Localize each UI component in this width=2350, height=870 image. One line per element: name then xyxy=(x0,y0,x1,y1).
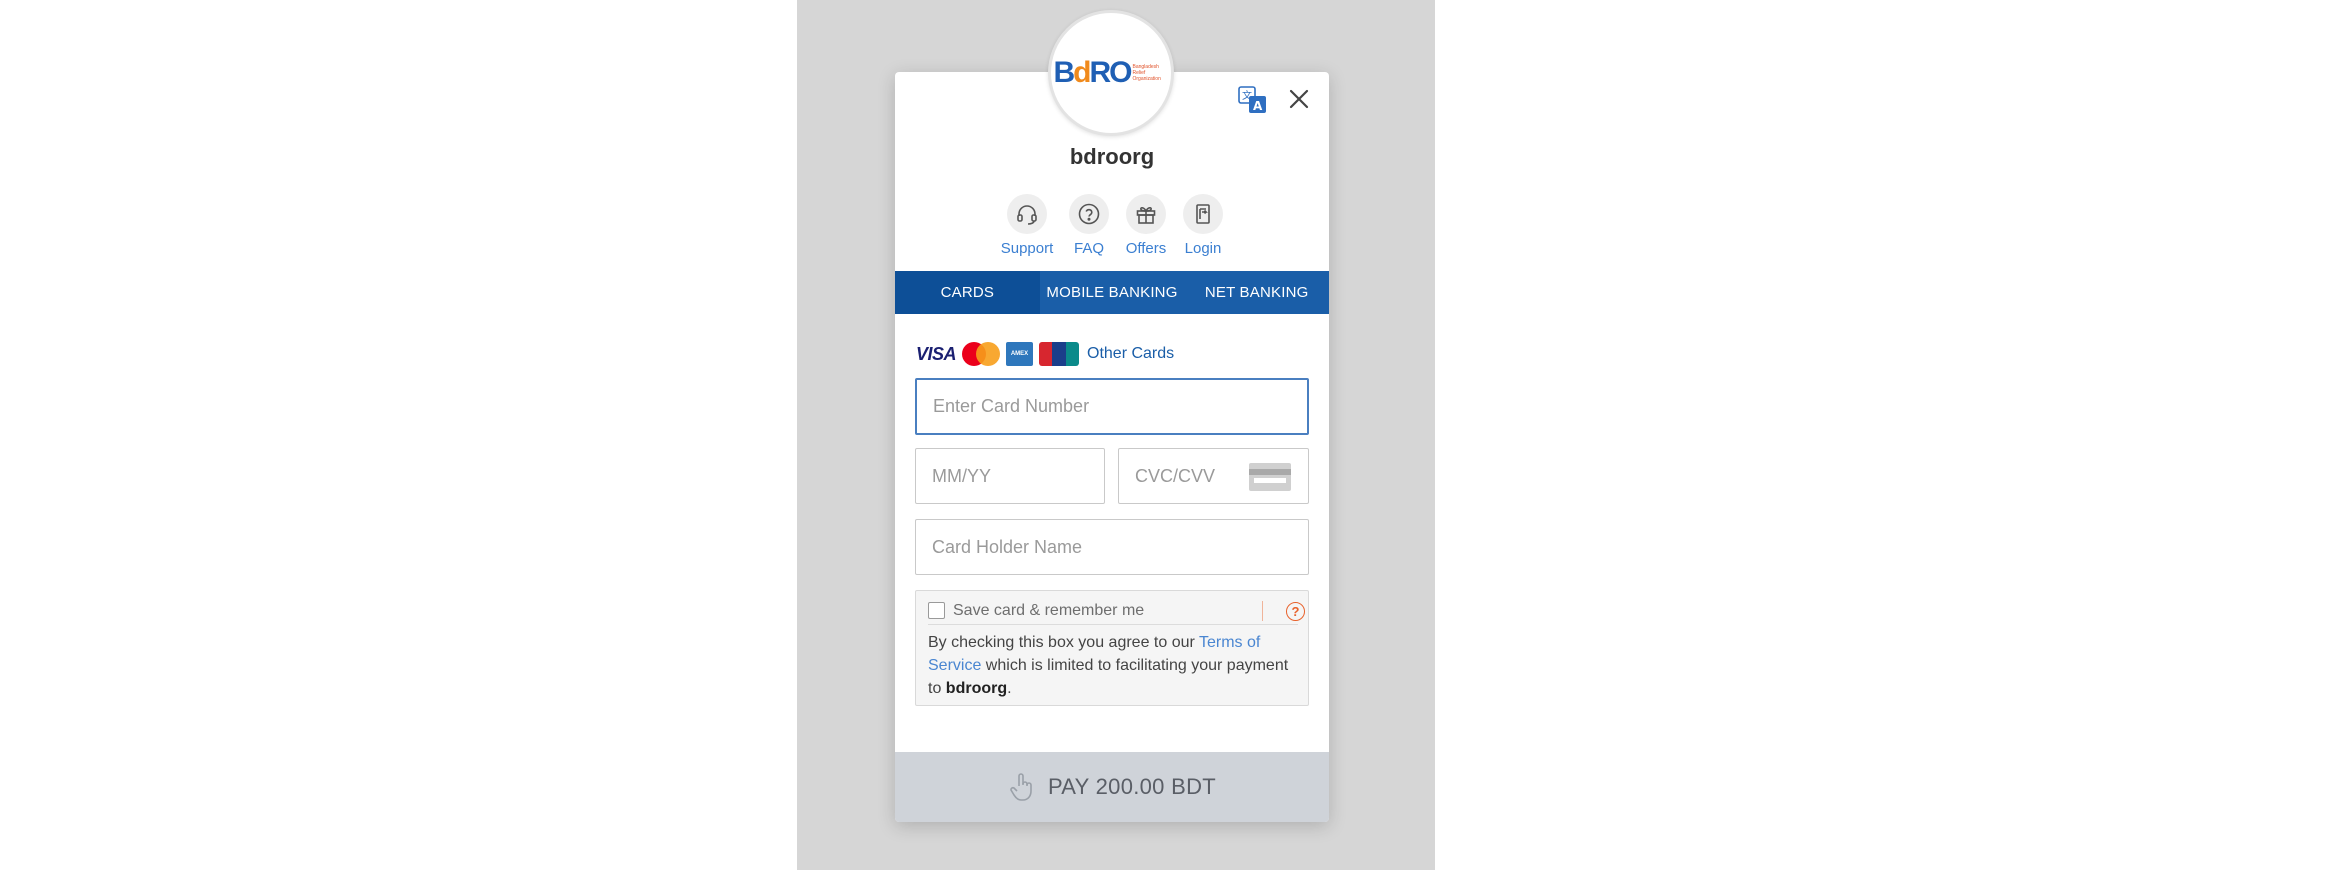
card-number-input[interactable] xyxy=(917,380,1307,433)
terms-text: By checking this box you agree to our Te… xyxy=(928,631,1298,700)
visa-logo: VISA xyxy=(916,343,957,364)
tab-net-banking[interactable]: NET BANKING xyxy=(1184,271,1329,314)
support-label: Support xyxy=(1000,240,1054,257)
other-cards-link[interactable]: Other Cards xyxy=(1087,345,1174,363)
login-label: Login xyxy=(1184,240,1222,257)
quick-links: Support FAQ Offers Login xyxy=(992,194,1231,260)
card-holder-input[interactable] xyxy=(916,520,1308,574)
pay-button[interactable]: PAY 200.00 BDT xyxy=(895,752,1329,822)
cvc-field[interactable] xyxy=(1118,448,1309,504)
svg-text:A: A xyxy=(1253,99,1263,113)
faq-link[interactable]: FAQ xyxy=(1061,194,1117,260)
login-link[interactable]: Login xyxy=(1175,194,1231,260)
gift-icon xyxy=(1126,194,1166,234)
save-card-checkbox[interactable] xyxy=(928,602,945,619)
tab-cards[interactable]: CARDS xyxy=(895,271,1040,314)
merchant-logo: BdRO Bangladesh Relief Organization xyxy=(1048,10,1174,136)
expiry-input[interactable] xyxy=(916,449,1104,503)
support-link[interactable]: Support xyxy=(992,194,1062,260)
pay-label: PAY 200.00 BDT xyxy=(1047,774,1217,799)
logo-brand-text: BdRO xyxy=(1053,56,1132,89)
save-divider xyxy=(1262,601,1263,621)
card-back-icon xyxy=(1249,463,1291,491)
faq-label: FAQ xyxy=(1073,240,1104,257)
tap-hand-icon xyxy=(1010,773,1032,801)
mastercard-logo xyxy=(962,342,1001,366)
terms-suffix: . xyxy=(1007,680,1012,697)
card-brands: VISA AMEX Other Cards xyxy=(916,341,1174,367)
card-number-field[interactable] xyxy=(915,378,1309,435)
save-card-label[interactable]: Save card & remember me xyxy=(953,602,1144,620)
amex-logo: AMEX xyxy=(1006,342,1034,366)
question-icon xyxy=(1069,194,1109,234)
logo-sub-text: Bangladesh Relief Organization xyxy=(1132,64,1161,82)
unionpay-logo xyxy=(1039,342,1079,366)
login-icon xyxy=(1183,194,1223,234)
payment-modal xyxy=(895,72,1329,822)
merchant-name: bdroorg xyxy=(1069,144,1155,169)
offers-label: Offers xyxy=(1125,240,1167,257)
payment-method-tabs: CARDS MOBILE BANKING NET BANKING xyxy=(895,271,1329,314)
save-card-row: Save card & remember me ? xyxy=(928,597,1305,625)
close-icon[interactable] xyxy=(1286,86,1312,112)
headset-icon xyxy=(1007,194,1047,234)
translate-icon[interactable]: 文 A xyxy=(1238,86,1268,114)
tab-mobile-banking[interactable]: MOBILE BANKING xyxy=(1040,271,1185,314)
help-icon[interactable]: ? xyxy=(1286,602,1305,621)
save-card-box: Save card & remember me ? By checking th… xyxy=(915,590,1309,706)
terms-prefix: By checking this box you agree to our xyxy=(928,634,1199,651)
card-holder-field[interactable] xyxy=(915,519,1309,575)
offers-link[interactable]: Offers xyxy=(1117,194,1175,260)
expiry-field[interactable] xyxy=(915,448,1105,504)
terms-merchant: bdroorg xyxy=(945,680,1008,697)
